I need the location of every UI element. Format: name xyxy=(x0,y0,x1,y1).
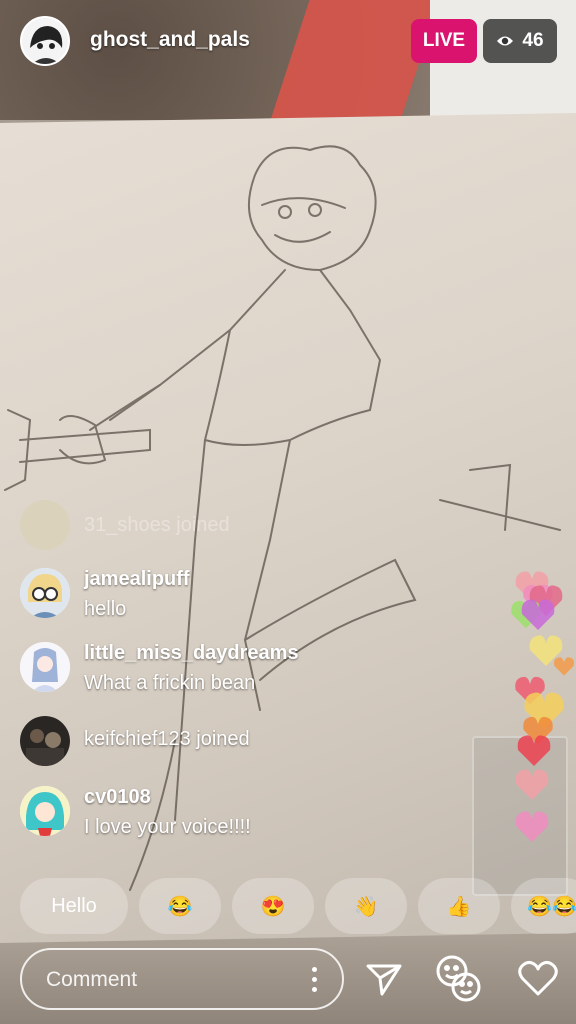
eye-icon xyxy=(497,36,514,46)
floating-hearts xyxy=(511,571,575,842)
comment-avatar[interactable] xyxy=(20,642,70,692)
faded-comment-text: 31_shoes joined xyxy=(84,514,230,536)
quick-reply-thumbs-up[interactable]: 👍 xyxy=(418,878,500,934)
comment-username[interactable]: cv0108 xyxy=(84,786,151,809)
comment-avatar[interactable] xyxy=(20,568,70,618)
quick-replies: Hello 😂 😍 👋 👍 😂😂 xyxy=(0,878,576,936)
join-text: keifchief123 joined xyxy=(84,728,250,750)
comment-text: hello xyxy=(84,598,127,620)
viewer-count-value: 46 xyxy=(522,30,544,51)
host-username[interactable]: ghost_and_pals xyxy=(90,28,250,52)
floating-heart xyxy=(553,657,575,676)
quick-reply-heart-eyes[interactable]: 😍 xyxy=(232,878,314,934)
face-filter-button[interactable] xyxy=(432,952,484,1004)
comment-avatar[interactable] xyxy=(20,786,70,836)
comment-input[interactable] xyxy=(44,962,298,998)
quick-reply-laugh-double[interactable]: 😂😂 xyxy=(511,878,576,934)
send-icon xyxy=(366,964,402,996)
face-filter-icon xyxy=(436,955,481,1002)
floating-heart xyxy=(515,811,549,842)
send-button[interactable] xyxy=(358,952,410,1004)
floating-heart xyxy=(515,769,549,800)
comment-username[interactable]: jamealipuff xyxy=(84,568,190,591)
comment-field[interactable] xyxy=(20,948,344,1010)
faded-comment: 31_shoes joined xyxy=(20,500,440,550)
comment-text: What a frickin bean xyxy=(84,672,256,694)
live-stream-screen: ghost_and_pals LIVE 46 31_shoes joined j… xyxy=(0,0,576,1024)
quick-reply-wave[interactable]: 👋 xyxy=(325,878,407,934)
quick-reply-laugh[interactable]: 😂 xyxy=(139,878,221,934)
host-avatar[interactable] xyxy=(20,16,70,66)
comment-username[interactable]: little_miss_daydreams xyxy=(84,642,299,665)
viewer-count[interactable]: 46 xyxy=(483,19,557,63)
comment-text: I love your voice!!!! xyxy=(84,816,251,838)
stream-header: ghost_and_pals LIVE 46 xyxy=(0,0,576,84)
like-button[interactable] xyxy=(512,952,564,1004)
comment-avatar[interactable] xyxy=(20,716,70,766)
comment-avatar xyxy=(20,500,70,550)
bottom-bar xyxy=(0,940,576,1024)
more-icon[interactable] xyxy=(302,958,326,1000)
heart-icon xyxy=(518,960,558,996)
quick-reply-hello[interactable]: Hello xyxy=(20,878,128,934)
live-badge: LIVE xyxy=(411,19,477,63)
